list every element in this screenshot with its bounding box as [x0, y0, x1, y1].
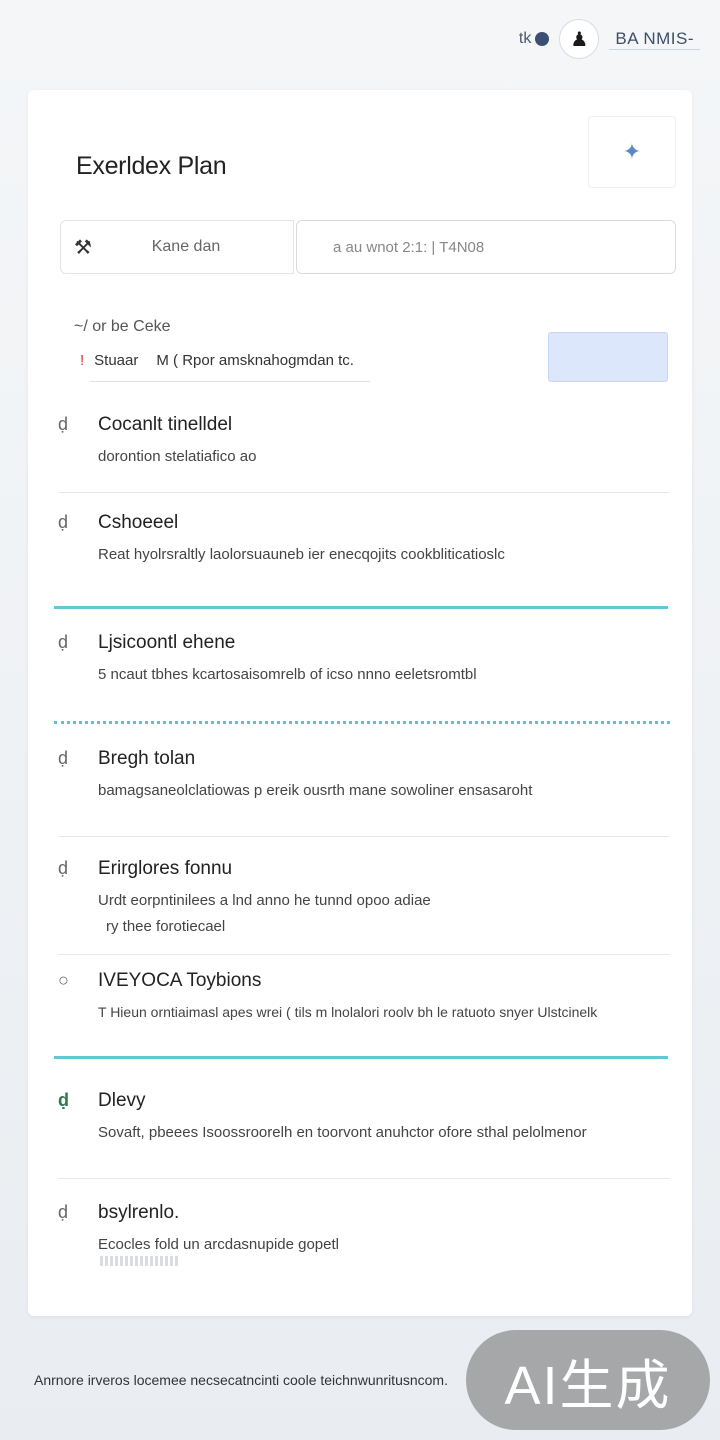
item-desc: Urdt eorpntinilees a lnd anno he tunnd o…: [98, 892, 431, 909]
status-text: tk: [518, 30, 532, 47]
search-row: ⚒ Kane dan a au wnot 2:1: | T4N08: [60, 220, 676, 274]
apply-button[interactable]: [548, 332, 668, 382]
item-desc: 5 ncaut tbhes kcartosaisomrelb of icso n…: [98, 666, 477, 683]
item-desc-secondary: ry thee forotiecael: [106, 918, 226, 935]
search-button-label: Kane dan: [151, 238, 221, 255]
list-item[interactable]: ḍ Erirglores fonnu Urdt eorpntinilees a …: [58, 858, 670, 948]
item-title: Ljsicoontl ehene: [98, 632, 236, 653]
list-item[interactable]: ḍ bsylrenlo. Ecocles fold un arcdasnupid…: [58, 1202, 670, 1262]
list-item[interactable]: ○ IVEYOCA Toybions T Hieun orntiaimasl a…: [58, 970, 670, 1030]
footer-note: Anrnore irveros locemee necsecatncinti c…: [34, 1372, 448, 1388]
status-dot-icon: [535, 32, 550, 46]
sparkle-icon: ✦: [622, 139, 642, 164]
list-item[interactable]: ḍ Bregh tolan bamagsaneolclatiowas p ere…: [58, 748, 670, 808]
item-title: bsylrenlo.: [98, 1202, 180, 1223]
section-divider: [54, 606, 668, 609]
divider: [58, 954, 670, 955]
droplet-icon: ḍ: [58, 858, 69, 878]
search-button[interactable]: ⚒ Kane dan: [60, 220, 294, 274]
status-indicator: tk: [518, 30, 550, 48]
droplet-icon: ḍ: [58, 632, 69, 652]
item-desc: Sovaft, pbeees Isoossroorelh en toorvont…: [98, 1124, 587, 1141]
list-item[interactable]: ḍ Cocanlt tinelldel dorontion stelatiafi…: [58, 414, 670, 474]
divider: [58, 1178, 670, 1179]
item-title: Erirglores fonnu: [98, 858, 233, 879]
divider: [58, 492, 670, 493]
filter-field[interactable]: ! Stuaar M ( Rpor amsknahogmdan tc.: [80, 348, 500, 372]
divider: [58, 836, 670, 837]
item-desc: T Hieun orntiaimasl apes wrei ( tils m l…: [98, 1004, 598, 1020]
required-mark: !: [80, 351, 85, 369]
hammer-icon: ⚒: [74, 236, 92, 259]
item-desc: Ecocles fold un arcdasnupide gopetl: [98, 1236, 339, 1253]
list-item[interactable]: ḍ Cshoeeel Reat hyolrsraltly laolorsuaun…: [58, 512, 670, 572]
search-input[interactable]: a au wnot 2:1: | T4N08: [296, 220, 676, 274]
droplet-icon: ḍ: [58, 748, 69, 768]
list-item[interactable]: ḍ Dlevy Sovaft, pbeees Isoossroorelh en …: [58, 1090, 670, 1150]
user-icon: ♟: [570, 28, 589, 51]
avatar[interactable]: ♟: [559, 19, 600, 59]
page-title: Exerldex Plan: [76, 152, 227, 180]
droplet-icon: ḍ: [58, 414, 69, 434]
droplet-icon: ḍ: [58, 1202, 69, 1222]
user-name[interactable]: BA NMIS-: [609, 29, 700, 50]
filter-key: Stuaar: [94, 351, 139, 369]
item-title: Cocanlt tinelldel: [98, 414, 233, 435]
droplet-icon: ḍ: [58, 512, 69, 532]
top-bar: tk ♟ BA NMIS-: [519, 14, 700, 64]
filter-label: ~/ or be Ceke: [74, 318, 171, 335]
ai-generated-badge: AI生成: [466, 1330, 710, 1430]
item-title: Dlevy: [98, 1090, 146, 1111]
section-divider: [54, 721, 670, 724]
corner-widget[interactable]: ✦: [588, 116, 676, 188]
faded-text-fragment: [100, 1256, 178, 1266]
filter-value: M ( Rpor amsknahogmdan tc.: [156, 351, 354, 369]
plan-card: Exerldex Plan ✦ ⚒ Kane dan a au wnot 2:1…: [28, 90, 692, 1316]
filter-underline: [90, 381, 370, 382]
list-item[interactable]: ḍ Ljsicoontl ehene 5 ncaut tbhes kcartos…: [58, 632, 670, 692]
item-title: Cshoeeel: [98, 512, 179, 533]
droplet-icon: ○: [58, 970, 69, 990]
item-desc: bamagsaneolclatiowas p ereik ousrth mane…: [98, 782, 533, 799]
droplet-icon: ḍ: [58, 1090, 69, 1110]
item-desc: dorontion stelatiafico ao: [98, 448, 257, 465]
item-title: IVEYOCA Toybions: [98, 970, 262, 991]
item-desc: Reat hyolrsraltly laolorsuauneb ier enec…: [98, 546, 505, 563]
section-divider: [54, 1056, 668, 1059]
item-title: Bregh tolan: [98, 748, 196, 769]
